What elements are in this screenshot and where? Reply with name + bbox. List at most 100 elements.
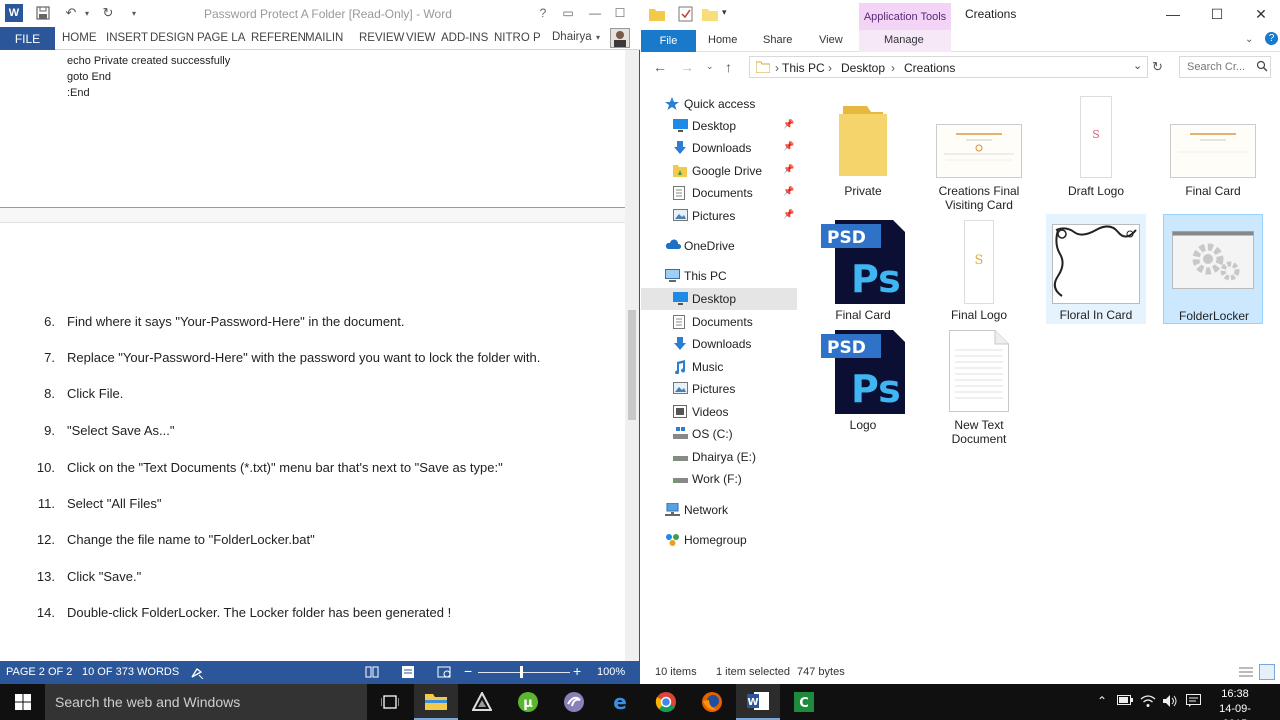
word-tab-add-ins[interactable]: ADD-INS [441, 32, 488, 44]
word-icon[interactable]: W [736, 684, 780, 720]
camtasia-icon[interactable]: C [782, 684, 826, 720]
file-explorer-icon[interactable] [414, 684, 458, 720]
word-user-name[interactable]: Dhairya [552, 31, 592, 43]
up-button[interactable]: ↑ [725, 59, 732, 75]
word-count-status[interactable]: 10 OF 373 WORDS [82, 666, 179, 678]
expand-ribbon-icon[interactable]: ⌄ [1245, 34, 1253, 45]
explorer-close-button[interactable]: ✕ [1248, 5, 1274, 23]
word-tab-mailings[interactable]: MAILIN [305, 32, 343, 44]
details-view-icon[interactable] [1239, 666, 1253, 681]
taskbar-search-box[interactable]: Search the web and Windows [45, 684, 367, 720]
swirl-app-icon[interactable] [552, 684, 596, 720]
undo-dropdown-icon[interactable]: ▾ [78, 5, 96, 21]
word-app-icon[interactable]: W [5, 4, 23, 22]
sidebar-item-this-pc[interactable]: This PC [641, 265, 797, 287]
sidebar-item-dhairya-e[interactable]: Dhairya (E:) [641, 446, 797, 468]
edge-icon[interactable]: e [598, 684, 642, 720]
print-layout-icon[interactable] [401, 666, 415, 681]
start-button[interactable] [0, 684, 45, 720]
file-item-final-card-psd[interactable]: PSD Ps Final Card [813, 216, 913, 324]
sidebar-item-work-f[interactable]: Work (F:) [641, 468, 797, 490]
word-tab-design[interactable]: DESIGN [150, 32, 194, 44]
file-item-private[interactable]: Private [813, 96, 913, 204]
word-tab-review[interactable]: REVIEW [359, 32, 404, 44]
word-file-tab[interactable]: FILE [0, 27, 55, 50]
back-button[interactable]: ← [653, 59, 667, 75]
customize-quick-access-icon[interactable]: ▾ [125, 5, 143, 21]
recent-locations-icon[interactable]: ⌄ [706, 61, 714, 72]
save-icon[interactable] [34, 5, 52, 21]
explorer-maximize-button[interactable]: ☐ [1204, 5, 1230, 23]
file-item-new-text-document[interactable]: New Text Document [929, 328, 1029, 446]
breadcrumb-desktop[interactable]: Desktop [841, 61, 885, 75]
word-document-area[interactable]: echo Private created successfully goto E… [0, 50, 625, 661]
refresh-button[interactable]: ↻ [1152, 59, 1163, 75]
properties-icon[interactable] [678, 6, 694, 25]
proofing-icon[interactable] [190, 666, 204, 682]
sidebar-item-videos[interactable]: Videos [641, 401, 797, 423]
sidebar-item-quick-access[interactable]: Quick access [641, 93, 797, 115]
pin-icon[interactable]: 📌 [783, 209, 794, 220]
taskbar-clock[interactable]: 16:38 14-09-2015 [1210, 687, 1260, 720]
help-icon[interactable]: ? [1265, 32, 1278, 45]
search-icon[interactable] [1256, 60, 1268, 75]
word-tab-nitro[interactable]: NITRO P [494, 32, 541, 44]
tab-manage[interactable]: Manage [884, 34, 924, 46]
file-item-draft-logo[interactable]: S Draft Logo [1046, 96, 1146, 204]
chrome-icon[interactable] [644, 684, 688, 720]
zoom-in-button[interactable]: + [573, 663, 581, 679]
search-input[interactable]: Search Cr... [1179, 56, 1271, 78]
redo-icon[interactable]: ↻ [99, 5, 117, 21]
sidebar-item-documents-quick[interactable]: Documents 📌 [641, 182, 797, 204]
zoom-out-button[interactable]: − [464, 663, 472, 679]
pin-icon[interactable]: 📌 [783, 164, 794, 175]
sidebar-item-pictures[interactable]: Pictures [641, 378, 797, 400]
word-ribbon-display-button[interactable]: ▭ [557, 4, 579, 22]
word-maximize-button[interactable]: ☐ [609, 4, 631, 22]
file-item-logo-psd[interactable]: PSD Ps Logo [813, 328, 913, 436]
file-item-creations-final-visiting-card[interactable]: Creations Final Visiting Card [929, 96, 1029, 212]
utorrent-icon[interactable]: µ [506, 684, 550, 720]
word-tab-page-layout[interactable]: PAGE LA [197, 32, 245, 44]
sidebar-item-onedrive[interactable]: OneDrive [641, 235, 797, 257]
sidebar-item-desktop-quick[interactable]: Desktop 📌 [641, 115, 797, 137]
zoom-slider-track[interactable] [478, 672, 570, 673]
pin-icon[interactable]: 📌 [783, 141, 794, 152]
battery-icon[interactable] [1117, 694, 1133, 708]
breadcrumb-this-pc[interactable]: This PC [782, 61, 825, 75]
wifi-icon[interactable] [1140, 694, 1156, 711]
word-minimize-button[interactable]: — [584, 4, 606, 22]
app-launcher-icon[interactable] [460, 684, 504, 720]
firefox-icon[interactable] [690, 684, 734, 720]
address-dropdown-icon[interactable]: ⌄ [1133, 59, 1142, 72]
show-hidden-icons[interactable]: ⌃ [1097, 694, 1107, 708]
address-bar[interactable]: › This PC › Desktop › Creations ⌄ [749, 56, 1148, 78]
sidebar-item-pictures-quick[interactable]: Pictures 📌 [641, 205, 797, 227]
new-folder-icon[interactable] [702, 7, 718, 24]
task-view-icon[interactable] [368, 684, 412, 720]
volume-icon[interactable] [1162, 694, 1178, 711]
sidebar-item-documents[interactable]: Documents [641, 311, 797, 333]
sidebar-item-google-drive[interactable]: Google Drive 📌 [641, 160, 797, 182]
sidebar-item-downloads-quick[interactable]: Downloads 📌 [641, 137, 797, 159]
pin-icon[interactable]: 📌 [783, 119, 794, 130]
large-icons-view-icon[interactable] [1259, 664, 1275, 680]
breadcrumb-creations[interactable]: Creations [904, 61, 955, 75]
file-item-folderlocker[interactable]: FolderLocker [1163, 214, 1263, 324]
zoom-level[interactable]: 100% [597, 666, 625, 678]
word-tab-references[interactable]: REFEREN [251, 32, 306, 44]
sidebar-item-desktop[interactable]: Desktop [641, 288, 797, 310]
customize-quick-access-icon[interactable]: ▾ [722, 7, 727, 18]
scrollbar-thumb[interactable] [628, 310, 636, 420]
word-tab-insert[interactable]: INSERT [106, 32, 148, 44]
sidebar-item-music[interactable]: Music [641, 356, 797, 378]
folder-icon[interactable] [649, 7, 665, 24]
word-tab-home[interactable]: HOME [62, 32, 97, 44]
file-item-final-card[interactable]: Final Card [1163, 96, 1263, 204]
tab-share[interactable]: Share [763, 34, 792, 46]
word-tab-view[interactable]: VIEW [406, 32, 435, 44]
notifications-icon[interactable] [1186, 694, 1201, 711]
explorer-file-tab[interactable]: File [641, 30, 696, 52]
tab-home[interactable]: Home [708, 34, 737, 46]
word-vertical-scrollbar[interactable] [625, 50, 639, 661]
